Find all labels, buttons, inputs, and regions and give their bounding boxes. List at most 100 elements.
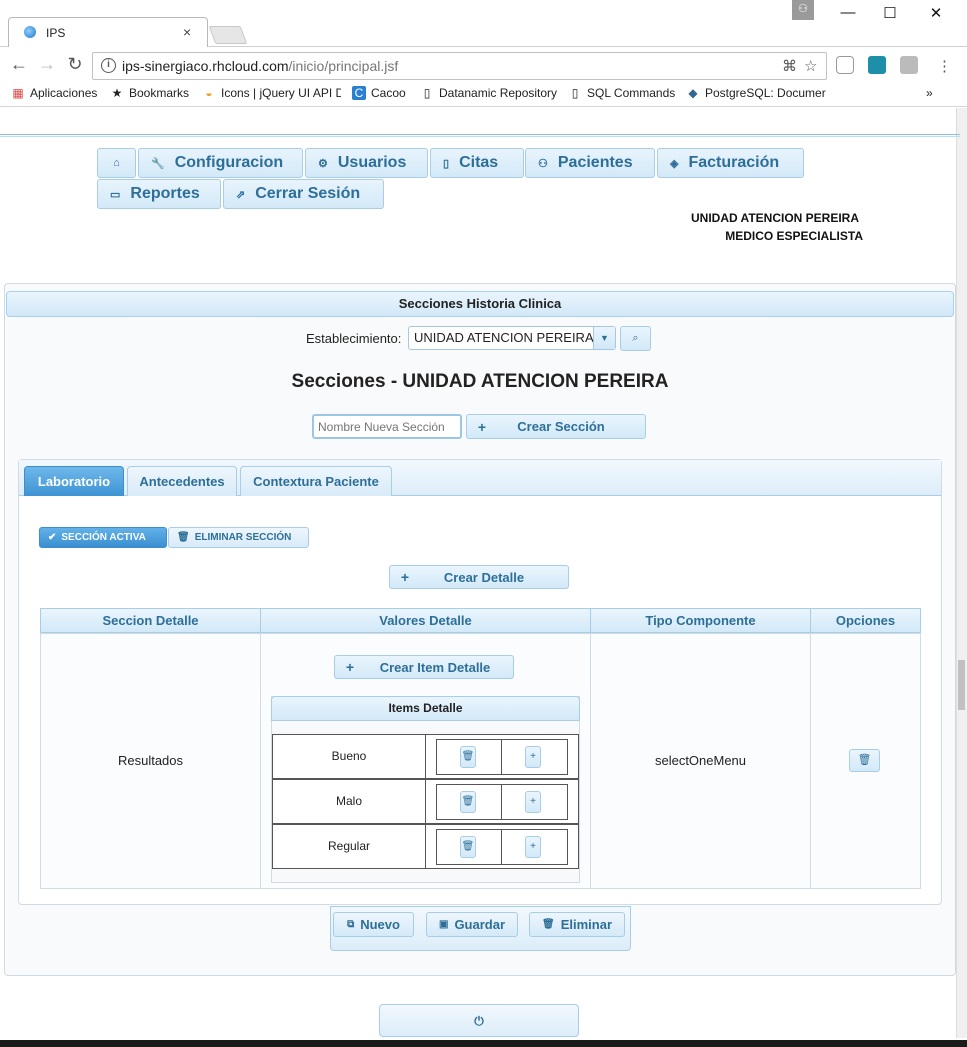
url-path: /inicio/principal.jsf (288, 58, 399, 74)
panel-title: Secciones Historia Clinica (6, 291, 954, 317)
trash-icon: 🗑 (857, 754, 872, 766)
disk-icon: ▣ (438, 919, 449, 930)
home-button[interactable]: ⌂ (97, 148, 136, 178)
sections-heading: Secciones - UNIDAD ATENCION PEREIRA (291, 371, 669, 392)
menu-usuarios[interactable]: ⚙ Usuarios (305, 148, 428, 178)
col-opciones[interactable]: Opciones (810, 608, 921, 633)
button-label: Crear Detalle (443, 569, 525, 585)
item-actions (436, 784, 568, 820)
bookmark-sql-commands[interactable]: ▯ SQL Commands (568, 86, 676, 100)
item-actions-divider (501, 739, 502, 775)
reload-icon[interactable]: ↻ (64, 54, 86, 75)
menu-cerrar-sesion[interactable]: ⇗ Cerrar Sesión (223, 179, 384, 209)
delete-detail-button[interactable]: 🗑 (849, 749, 880, 772)
tab-close-icon[interactable]: × (183, 24, 191, 40)
scrollbar-thumb[interactable] (958, 660, 965, 710)
pdf-extension-icon[interactable] (900, 56, 918, 74)
menu-configuracion[interactable]: 🔧 Configuracion (138, 148, 303, 178)
profile-icon[interactable]: ⚇ (792, 0, 814, 20)
create-item-detail-button[interactable]: + Crear Item Detalle (334, 655, 514, 679)
col-tipo-componente[interactable]: Tipo Componente (590, 608, 811, 633)
postgres-icon: ◆ (688, 86, 698, 100)
plus-icon: + (530, 796, 536, 807)
power-icon: ⏻ (474, 1014, 484, 1028)
menu-reportes[interactable]: ▭ Reportes (97, 179, 221, 209)
delete-button[interactable]: 🗑 Eliminar (529, 912, 625, 937)
wrench-icon: 🔧 (151, 157, 165, 170)
new-tab-button[interactable] (208, 26, 248, 44)
plus-icon: + (530, 841, 536, 852)
bookmark-star-icon[interactable]: ☆ (804, 57, 817, 75)
save-button[interactable]: ▣ Guardar (426, 912, 518, 937)
active-section-button[interactable]: ✔ SECCIÓN ACTIVA (39, 527, 167, 548)
tab-antecedentes[interactable]: Antecedentes (127, 466, 237, 496)
bookmark-datanamic[interactable]: ▯ Datanamic Repository (420, 86, 557, 100)
menu-label: Configuracion (174, 154, 284, 171)
menu-facturacion[interactable]: ◈ Facturación (657, 148, 804, 178)
menu-label: Pacientes (557, 154, 633, 171)
extension-cube-icon[interactable] (836, 56, 854, 74)
item-actions (436, 829, 568, 865)
add-item-button[interactable]: + (525, 746, 541, 768)
browser-tab[interactable] (8, 17, 208, 47)
menu-pacientes[interactable]: ⚇ Pacientes (525, 148, 655, 178)
user-role: MEDICO ESPECIALISTA (725, 229, 863, 243)
taskbar-edge (0, 1040, 967, 1047)
button-label: Nuevo (360, 917, 400, 932)
star-icon: ★ (111, 86, 123, 100)
delete-item-button[interactable]: 🗑 (460, 791, 476, 813)
menu-citas[interactable]: ▯ Citas (430, 148, 524, 178)
bookmark-bookmarks[interactable]: ★ Bookmarks (110, 86, 189, 100)
search-icon: ⌕ (632, 332, 639, 344)
page-icon: ▯ (423, 86, 431, 100)
forward-arrow-icon[interactable]: → (36, 54, 58, 75)
search-button[interactable]: ⌕ (620, 326, 651, 351)
create-section-button[interactable]: + Crear Sección (466, 414, 646, 439)
window-close-icon[interactable]: ✕ (926, 4, 946, 22)
tab-contextura-paciente[interactable]: Contextura Paciente (240, 466, 392, 496)
trash-icon: 🗑 (461, 796, 475, 807)
maximize-icon[interactable]: ☐ (880, 4, 900, 22)
bookmarks-overflow-icon[interactable]: » (926, 86, 933, 100)
new-button[interactable]: ⧉ Nuevo (333, 912, 414, 937)
trash-icon: 🗑 (542, 919, 555, 930)
establishment-select[interactable]: UNIDAD ATENCION PEREIRA (408, 326, 616, 350)
plus-icon: + (530, 751, 536, 762)
add-item-button[interactable]: + (525, 836, 541, 858)
minimize-icon[interactable]: — (838, 4, 858, 21)
items-detail-title: Items Detalle (271, 696, 580, 721)
item-name: Regular (327, 839, 371, 853)
chrome-menu-icon[interactable]: ⋮ (937, 57, 952, 75)
menu-label: Usuarios (337, 154, 407, 171)
bookmark-postgresql[interactable]: ◆ PostgreSQL: Documer (686, 86, 825, 100)
bookmark-aplicaciones[interactable]: ▦ Aplicaciones (11, 86, 97, 100)
chevron-down-icon[interactable]: ▼ (593, 327, 615, 349)
bookmark-label: Datanamic Repository (439, 86, 558, 100)
page-scrollbar[interactable] (956, 108, 967, 1038)
delete-item-button[interactable]: 🗑 (460, 836, 476, 858)
delete-section-button[interactable]: 🗑 ELIMINAR SECCIÓN (168, 527, 309, 548)
info-icon[interactable]: i (101, 58, 116, 73)
trash-icon: 🗑 (177, 532, 190, 543)
menu-label: Citas (459, 154, 499, 171)
new-document-icon: ⧉ (347, 919, 355, 930)
item-actions (436, 739, 568, 775)
button-label: SECCIÓN ACTIVA (61, 532, 146, 543)
new-section-input[interactable] (312, 414, 462, 439)
bookmark-jquery[interactable]: ◒ Icons | jQuery UI API D (202, 86, 341, 100)
plus-icon: + (400, 569, 410, 585)
establishment-label: Establecimiento: (306, 331, 402, 346)
tab-laboratorio[interactable]: Laboratorio (24, 466, 124, 496)
add-item-button[interactable]: + (525, 791, 541, 813)
back-arrow-icon[interactable]: ← (8, 54, 30, 75)
power-button[interactable]: ⏻ (379, 1004, 579, 1037)
bookmark-cacoo[interactable]: C Cacoo (352, 86, 406, 100)
create-detail-button[interactable]: + Crear Detalle (389, 565, 569, 589)
col-valores-detalle[interactable]: Valores Detalle (260, 608, 591, 633)
url-text[interactable]: ips-sinergiaco.rhcloud.com/inicio/princi… (122, 58, 398, 74)
item-name: Malo (335, 794, 362, 808)
extension-c-icon[interactable] (868, 56, 886, 74)
col-seccion-detalle[interactable]: Seccion Detalle (40, 608, 261, 633)
translate-icon[interactable]: ⌘ (782, 57, 797, 75)
delete-item-button[interactable]: 🗑 (460, 746, 476, 768)
